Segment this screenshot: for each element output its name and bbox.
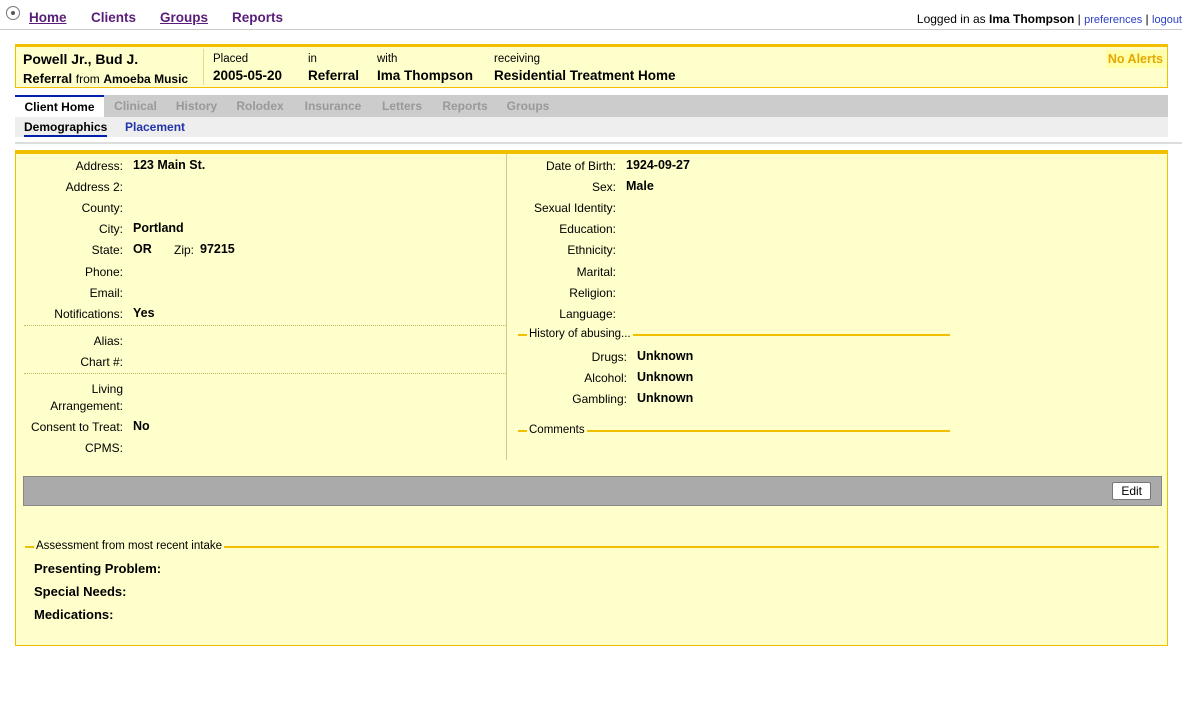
- referral-from-word: from: [75, 72, 100, 86]
- top-nav-bar: Home Clients Groups Reports Logged in as…: [0, 0, 1182, 30]
- address-value: 123 Main St.: [133, 158, 206, 172]
- sex-value: Male: [626, 179, 654, 193]
- client-header: Powell Jr., Bud J. Referral from Amoeba …: [15, 44, 1168, 88]
- living-label-line1: Living: [91, 382, 123, 396]
- nav-groups-link[interactable]: Groups: [160, 10, 208, 25]
- city-label: City:: [99, 222, 123, 236]
- medications-label: Medications:: [34, 607, 114, 622]
- city-value: Portland: [133, 221, 184, 235]
- gambling-label: Gambling:: [572, 392, 627, 406]
- notifications-value: Yes: [133, 306, 155, 320]
- header-divider: [203, 49, 204, 85]
- subtab-placement[interactable]: Placement: [125, 117, 185, 137]
- receiving-label: receiving: [494, 53, 541, 65]
- email-label: Email:: [89, 286, 123, 300]
- state-label: State:: [91, 243, 123, 257]
- abuse-history-legend: History of abusing...: [518, 328, 950, 342]
- with-label: with: [377, 53, 398, 65]
- alcohol-label: Alcohol:: [584, 371, 627, 385]
- client-referral: Referral from Amoeba Music: [23, 71, 188, 86]
- zip-label: Zip:: [174, 243, 195, 257]
- in-label: in: [308, 53, 317, 65]
- gambling-value: Unknown: [637, 391, 694, 405]
- education-label: Education:: [559, 222, 616, 236]
- subtab-bar: Demographics Placement: [15, 117, 1168, 137]
- logged-in-user: Ima Thompson: [988, 12, 1075, 26]
- placed-value: 2005-05-20: [213, 68, 283, 83]
- phone-label: Phone:: [84, 265, 123, 279]
- tab-letters[interactable]: Letters: [376, 95, 428, 117]
- abuse-legend-text: History of abusing...: [527, 328, 633, 340]
- dob-label: Date of Birth:: [545, 159, 616, 173]
- special-needs-label: Special Needs:: [34, 584, 127, 599]
- section-divider: [15, 142, 1182, 144]
- edit-bar: Edit: [23, 476, 1162, 506]
- referral-source: Amoeba Music: [103, 72, 189, 86]
- demographics-panel: Address: 123 Main St. Address 2: County:…: [15, 150, 1168, 646]
- tab-history[interactable]: History: [170, 95, 223, 117]
- address-label: Address:: [75, 159, 123, 173]
- marital-label: Marital:: [576, 265, 616, 279]
- app-logo-icon[interactable]: [6, 6, 20, 20]
- address2-label: Address 2:: [65, 180, 123, 194]
- consent-label: Consent to Treat:: [30, 420, 123, 434]
- edit-button[interactable]: Edit: [1112, 482, 1151, 500]
- comments-legend-text: Comments: [527, 424, 587, 436]
- client-tab-bar: Client Home Clinical History Rolodex Ins…: [15, 95, 1168, 117]
- with-value: Ima Thompson: [377, 68, 474, 83]
- tab-clinical[interactable]: Clinical: [107, 95, 164, 117]
- state-value: OR: [133, 242, 152, 256]
- nav-home-link[interactable]: Home: [29, 10, 67, 25]
- preferences-link[interactable]: preferences: [1084, 14, 1142, 26]
- drugs-label: Drugs:: [591, 350, 627, 364]
- column-divider: [506, 154, 507, 460]
- nav-clients-link[interactable]: Clients: [91, 10, 136, 25]
- presenting-problem-label: Presenting Problem:: [34, 561, 162, 576]
- tab-rolodex[interactable]: Rolodex: [231, 95, 289, 117]
- tab-insurance[interactable]: Insurance: [299, 95, 367, 117]
- consent-value: No: [133, 419, 150, 433]
- left-divider-1: [24, 325, 506, 326]
- left-divider-2: [24, 373, 506, 374]
- placed-column: Placed 2005-05-20: [213, 53, 282, 83]
- nav-reports-link[interactable]: Reports: [232, 10, 283, 25]
- cpms-label: CPMS:: [84, 441, 123, 455]
- notifications-label: Notifications:: [54, 307, 123, 321]
- county-label: County:: [81, 201, 123, 215]
- alerts-badge[interactable]: No Alerts: [1105, 50, 1165, 68]
- in-value: Referral: [308, 68, 360, 83]
- subtab-demographics[interactable]: Demographics: [24, 117, 108, 137]
- login-status: Logged in as Ima Thompson | preferences …: [916, 12, 1182, 26]
- tab-groups[interactable]: Groups: [502, 95, 554, 117]
- tab-client-home[interactable]: Client Home: [15, 95, 104, 117]
- ethnicity-label: Ethnicity:: [567, 243, 616, 257]
- assessment-legend: Assessment from most recent intake: [25, 540, 1159, 554]
- chart-number-label: Chart #:: [80, 355, 123, 369]
- sexual-identity-label: Sexual Identity:: [533, 201, 616, 215]
- dob-value: 1924-09-27: [626, 158, 690, 172]
- living-label-line2: Arrangement:: [50, 399, 123, 413]
- with-column: with Ima Thompson: [377, 53, 473, 83]
- alcohol-value: Unknown: [637, 370, 694, 384]
- placed-label: Placed: [213, 53, 249, 65]
- religion-label: Religion:: [569, 286, 616, 300]
- client-name: Powell Jr., Bud J.: [23, 51, 139, 67]
- sex-label: Sex:: [591, 180, 616, 194]
- alias-label: Alias:: [93, 334, 123, 348]
- comments-legend: Comments: [518, 424, 950, 438]
- referral-type: Referral: [23, 71, 73, 86]
- logged-in-prefix: Logged in as: [916, 12, 986, 26]
- logout-link[interactable]: logout: [1152, 14, 1182, 26]
- language-label: Language:: [559, 307, 616, 321]
- receiving-column: receiving Residential Treatment Home: [494, 53, 676, 83]
- assessment-legend-text: Assessment from most recent intake: [34, 540, 224, 552]
- zip-value: 97215: [200, 242, 235, 256]
- in-column: in Referral: [308, 53, 359, 83]
- receiving-value: Residential Treatment Home: [494, 68, 676, 83]
- tab-reports[interactable]: Reports: [437, 95, 493, 117]
- drugs-value: Unknown: [637, 349, 694, 363]
